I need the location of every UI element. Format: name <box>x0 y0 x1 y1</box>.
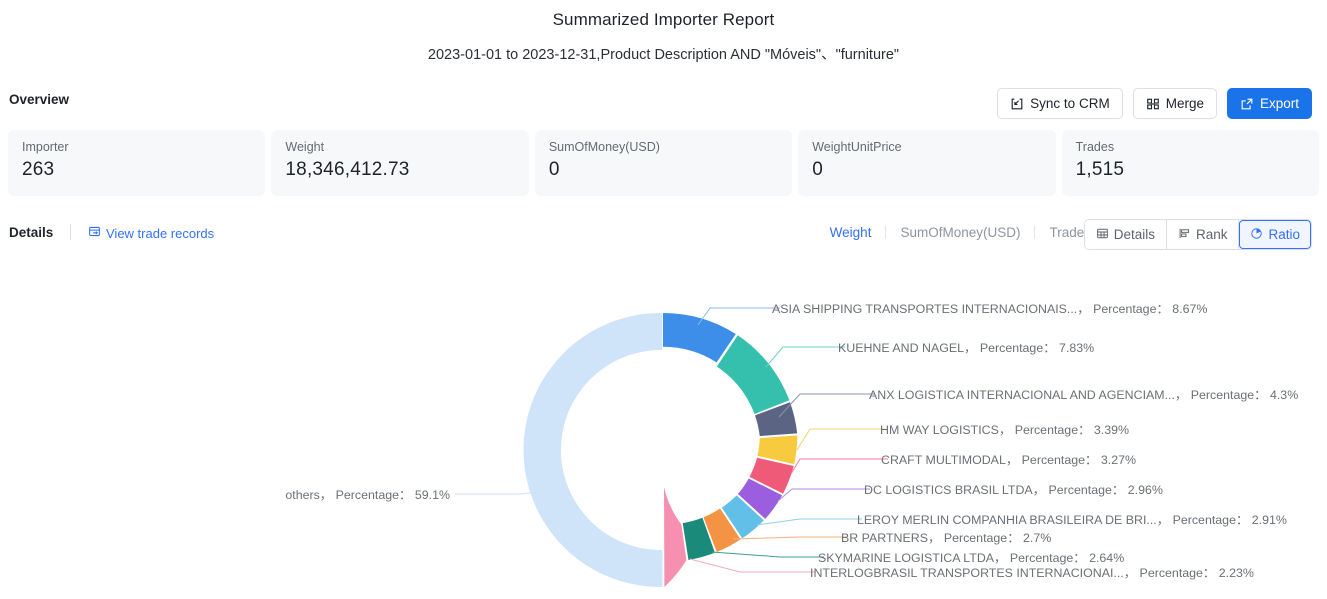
merge-icon <box>1146 97 1160 111</box>
leader-br-partners <box>732 536 847 540</box>
stat-card-weightunitprice: WeightUnitPrice 0 <box>798 130 1056 196</box>
export-icon <box>1240 97 1254 111</box>
leader-others <box>455 491 541 495</box>
stat-label: Importer <box>22 140 69 154</box>
label-anx-logistica: ANX LOGISTICA INTERNACIONAL AND AGENCIAM… <box>869 388 1298 402</box>
metric-tab-weight[interactable]: Weight <box>816 225 886 240</box>
ratio-donut-chart: ASIA SHIPPING TRANSPORTES INTERNACIONAIS… <box>0 258 1327 599</box>
divider <box>70 224 71 240</box>
donut-slices <box>523 313 798 588</box>
overview-section-label: Overview <box>9 92 70 107</box>
view-switch-details-label: Details <box>1113 227 1155 242</box>
table-icon <box>1096 227 1109 243</box>
label-asia-shipping: ASIA SHIPPING TRANSPORTES INTERNACIONAIS… <box>772 302 1207 316</box>
label-br-partners: BR PARTNERS， Percentage： 2.7% <box>841 531 1051 545</box>
view-switch-ratio-label: Ratio <box>1268 227 1300 242</box>
slice-others[interactable] <box>523 313 663 588</box>
label-leroy-merlin: LEROY MERLIN COMPANHIA BRASILEIRA DE BRI… <box>857 513 1287 527</box>
merge-button[interactable]: Merge <box>1132 88 1217 119</box>
page-subtitle: 2023-01-01 to 2023-12-31,Product Descrip… <box>427 47 900 63</box>
stat-value: 0 <box>812 159 823 180</box>
sync-to-crm-icon <box>1010 97 1024 111</box>
leader-kuehne-nagel <box>765 346 845 368</box>
sync-to-crm-label: Sync to CRM <box>1030 96 1110 111</box>
view-trade-records-label: View trade records <box>106 225 215 241</box>
details-section-label: Details <box>9 225 54 240</box>
stat-card-weight: Weight 18,346,412.73 <box>271 130 529 196</box>
stat-card-sumofmoney: SumOfMoney(USD) 0 <box>534 130 793 196</box>
label-craft-multimodal: CRAFT MULTIMODAL， Percentage： 3.27% <box>881 453 1136 467</box>
donut-svg: ASIA SHIPPING TRANSPORTES INTERNACIONAIS… <box>285 302 1298 588</box>
report-page: Summarized Importer Report 2023-01-01 to… <box>0 0 1327 599</box>
leader-craft-multimodal <box>790 458 888 475</box>
view-switch-details[interactable]: Details <box>1084 220 1167 249</box>
stat-value: 263 <box>22 159 55 180</box>
view-trade-records-link[interactable]: View trade records <box>88 225 214 241</box>
label-others: others， Percentage： 59.1% <box>285 488 450 502</box>
records-icon <box>88 225 101 241</box>
stat-value: 18,346,412.73 <box>285 159 410 180</box>
stat-cards: Importer 263 Weight 18,346,412.73 SumOfM… <box>8 130 1320 196</box>
bar-rank-icon <box>1178 227 1191 243</box>
label-skymarine: SKYMARINE LOGISTICA LTDA， Percentage： 2.… <box>818 551 1124 565</box>
stat-label: WeightUnitPrice <box>812 140 902 154</box>
stat-label: SumOfMoney(USD) <box>548 140 660 154</box>
view-switch-rank[interactable]: Rank <box>1166 220 1240 249</box>
view-switch: Details Rank Ratio <box>1083 219 1312 250</box>
leader-leroy-merlin <box>756 518 862 526</box>
export-label: Export <box>1259 96 1299 111</box>
export-button[interactable]: Export <box>1226 88 1312 119</box>
leader-skymarine <box>711 551 824 558</box>
page-title: Summarized Importer Report <box>552 10 775 29</box>
leader-interlogbrasil <box>689 558 816 573</box>
stat-label: Weight <box>285 140 325 154</box>
label-hm-way: HM WAY LOGISTICS， Percentage： 3.39% <box>880 423 1129 437</box>
stat-card-importer: Importer 263 <box>8 130 266 196</box>
view-switch-rank-label: Rank <box>1195 227 1228 242</box>
label-interlogbrasil: INTERLOGBRASIL TRANSPORTES INTERNACIONAI… <box>810 566 1254 580</box>
leader-dc-logistics <box>777 488 870 502</box>
stat-label: Trades <box>1075 140 1115 154</box>
pie-icon <box>1250 227 1263 243</box>
metric-tab-sumofmoney[interactable]: SumOfMoney(USD) <box>886 225 1034 240</box>
slice-interlogbrasil[interactable] <box>663 486 687 587</box>
metric-tabs: Weight SumOfMoney(USD) Trades <box>816 225 1105 240</box>
sync-to-crm-button[interactable]: Sync to CRM <box>997 88 1123 119</box>
slice-kuehne-nagel[interactable] <box>716 335 790 414</box>
overview-bar: Overview Sync to CRM Merge Export <box>0 88 1327 122</box>
stat-card-trades: Trades 1,515 <box>1061 130 1320 196</box>
stat-value: 0 <box>548 159 560 180</box>
leader-hm-way <box>796 428 885 451</box>
label-kuehne-nagel: KUEHNE AND NAGEL， Percentage： 7.83% <box>838 341 1094 355</box>
label-dc-logistics: DC LOGISTICS BRASIL LTDA， Percentage： 2.… <box>864 483 1163 497</box>
view-switch-ratio[interactable]: Ratio <box>1239 220 1311 249</box>
stat-value: 1,515 <box>1075 159 1125 180</box>
overview-actions: Sync to CRM Merge Export <box>997 88 1312 119</box>
details-bar: Details View trade records Weight SumOfM… <box>0 219 1327 251</box>
merge-label: Merge <box>1165 96 1204 111</box>
